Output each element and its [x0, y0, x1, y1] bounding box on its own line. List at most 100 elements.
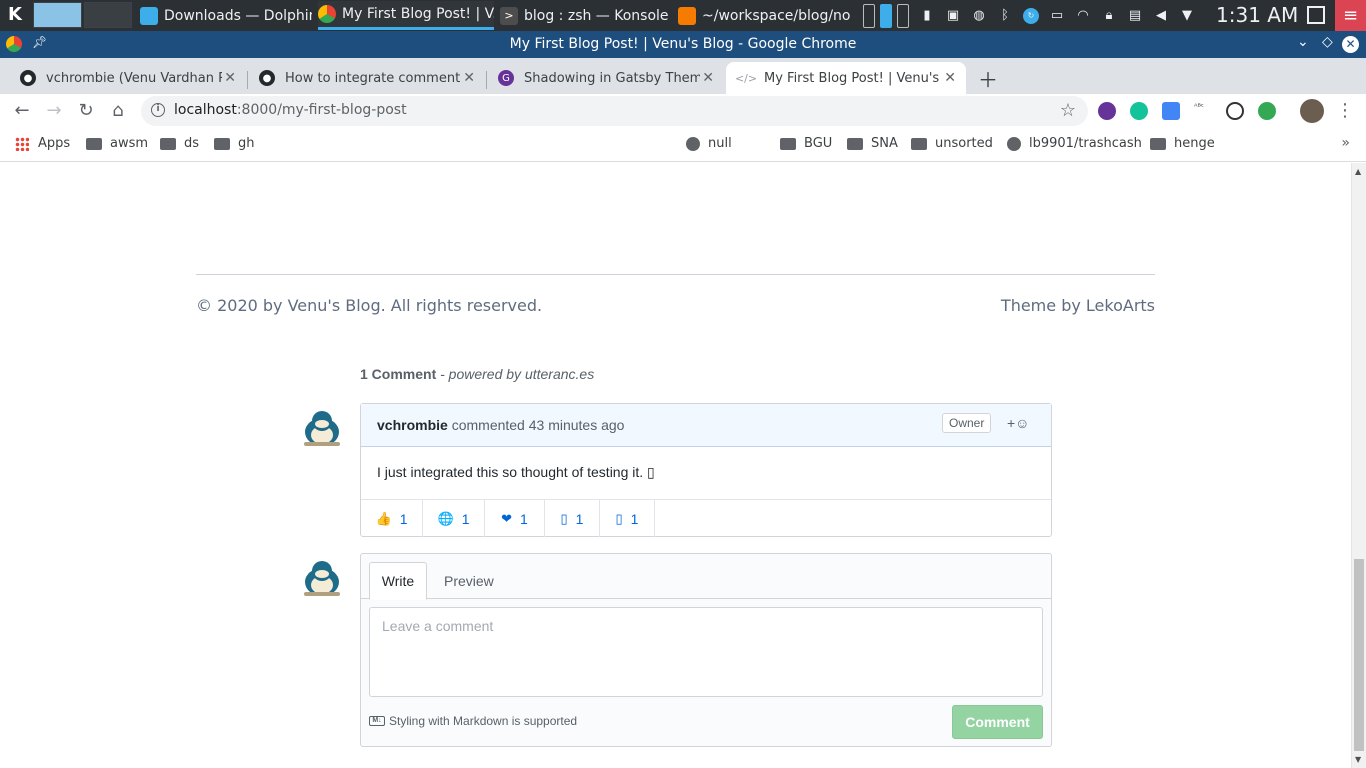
kde-launcher-icon[interactable]: K: [4, 4, 26, 26]
add-reaction-button[interactable]: +☺: [1007, 415, 1029, 431]
battery-level-icon[interactable]: [880, 3, 892, 28]
back-icon[interactable]: ←: [11, 100, 33, 122]
task-chrome[interactable]: My First Blog Post! | V...: [318, 1, 494, 30]
reaction-eyes[interactable]: ▯ 1: [600, 500, 655, 537]
reaction-rocket[interactable]: ▯ 1: [545, 500, 600, 537]
bookmark-gh[interactable]: gh: [214, 136, 255, 151]
task-konsole[interactable]: > blog : zsh — Konsole: [500, 1, 672, 30]
volume-icon[interactable]: ◀: [1153, 8, 1169, 24]
close-tab-icon[interactable]: ✕: [463, 70, 475, 86]
minimize-icon[interactable]: ⌄: [1297, 34, 1309, 50]
comment-body: I just integrated this so thought of tes…: [377, 464, 655, 480]
code-icon: </>: [734, 71, 758, 85]
virtual-desktop-1[interactable]: [33, 2, 82, 28]
bookmark-apps[interactable]: Apps: [15, 136, 70, 151]
badge-icon[interactable]: [1226, 102, 1244, 120]
usb-icon[interactable]: [863, 3, 875, 28]
taskbar: K Downloads — Dolphin My First Blog Post…: [0, 0, 1366, 31]
extension-icon[interactable]: [1258, 102, 1276, 120]
terminal-icon: >: [500, 6, 518, 25]
screenshot-icon[interactable]: ▣: [945, 8, 961, 24]
markdown-hint[interactable]: M↓ Styling with Markdown is supported: [369, 714, 577, 728]
reactions-bar: 👍 1 🌐 1 ❤ 1 ▯ 1 ▯ 1: [361, 499, 1051, 537]
owner-badge: Owner: [942, 413, 992, 433]
virtual-desktop-2[interactable]: [84, 2, 132, 28]
comment: vchrombie commented 43 minutes ago Owner…: [360, 403, 1052, 537]
browser-toolbar: ← → ↻ ⌂ i localhost:8000/my-first-blog-p…: [0, 94, 1366, 128]
home-icon[interactable]: ⌂: [107, 100, 129, 122]
comment-count: 1 Comment - powered by utteranc.es: [360, 366, 595, 382]
page-content: © 2020 by Venu's Blog. All rights reserv…: [0, 163, 1351, 768]
scrollbar-thumb[interactable]: [1354, 559, 1364, 751]
comment-input[interactable]: [369, 607, 1043, 697]
reaction-globe[interactable]: 🌐 1: [423, 500, 485, 537]
extension-icon[interactable]: [1098, 102, 1116, 120]
update-icon[interactable]: ↻: [1023, 7, 1039, 24]
show-desktop-icon[interactable]: [1307, 6, 1325, 24]
storage-icon[interactable]: [897, 3, 909, 28]
menu-icon[interactable]: ≡: [1335, 0, 1366, 31]
task-label: Downloads — Dolphin: [164, 7, 312, 24]
bookmark-trashcash[interactable]: lb9901/trashcash: [1007, 136, 1142, 151]
url-text[interactable]: localhost:8000/my-first-blog-post: [174, 102, 407, 118]
comment-author[interactable]: vchrombie: [377, 417, 448, 433]
commenter-avatar[interactable]: [300, 406, 344, 450]
battery-icon[interactable]: ▭: [1049, 8, 1065, 24]
tab-write[interactable]: Write: [369, 562, 427, 600]
reload-icon[interactable]: ↻: [75, 100, 97, 122]
lock-icon[interactable]: 🔒︎: [1101, 8, 1117, 24]
more-bookmarks-icon[interactable]: »: [1341, 135, 1350, 151]
tab-github-profile[interactable]: ● vchrombie (Venu Vardhan Re ✕: [8, 62, 246, 94]
reaction-heart[interactable]: ❤ 1: [485, 500, 545, 537]
translate-icon[interactable]: [1162, 102, 1180, 120]
scroll-down-icon[interactable]: ▼: [1355, 755, 1361, 764]
bluetooth-icon[interactable]: ᛒ: [997, 8, 1013, 24]
folder-icon: [214, 137, 230, 150]
reaction-thumbs-up[interactable]: 👍 1: [361, 500, 423, 537]
bookmark-henge[interactable]: henge: [1150, 136, 1215, 151]
extension-icon[interactable]: ᴬᴮᶜ: [1194, 102, 1212, 120]
clock[interactable]: 1:31 AM: [1216, 3, 1298, 27]
tab-preview[interactable]: Preview: [444, 573, 494, 589]
tab-integrate-comments[interactable]: ● How to integrate comment sy ✕: [247, 62, 485, 94]
task-sublime[interactable]: ~/workspace/blog/no...: [678, 1, 850, 30]
grammarly-icon[interactable]: [1130, 102, 1148, 120]
usb-drive-icon[interactable]: ▮: [919, 8, 935, 24]
current-user-avatar: [304, 561, 340, 596]
bookmark-ds[interactable]: ds: [160, 136, 199, 151]
close-tab-icon[interactable]: ✕: [224, 70, 236, 86]
bookmark-bgu[interactable]: BGU: [780, 136, 832, 151]
bookmark-star-icon[interactable]: ☆: [1060, 100, 1076, 121]
close-window-icon[interactable]: ✕: [1342, 36, 1359, 53]
system-tray: ▮ ▣ ◍ ᛒ ↻ ▭ ◠ 🔒︎ ▤ ◀ ▼: [858, 0, 1200, 31]
address-bar[interactable]: i localhost:8000/my-first-blog-post ☆: [141, 96, 1088, 126]
page-scrollbar[interactable]: ▲ ▼: [1351, 163, 1366, 768]
theme-credit[interactable]: Theme by LekoArts: [1001, 296, 1155, 315]
close-tab-icon[interactable]: ✕: [944, 70, 956, 86]
expand-icon[interactable]: ▼: [1179, 8, 1195, 24]
bookmark-awsm[interactable]: awsm: [86, 136, 148, 151]
scroll-up-icon[interactable]: ▲: [1355, 167, 1361, 176]
bookmark-unsorted[interactable]: unsorted: [911, 136, 993, 151]
folder-icon: [780, 137, 796, 150]
bookmark-sna[interactable]: SNA: [847, 136, 898, 151]
bookmark-null[interactable]: null: [686, 136, 732, 151]
comment-submit-button[interactable]: Comment: [952, 705, 1043, 739]
forward-icon[interactable]: →: [43, 100, 65, 122]
new-tab-icon[interactable]: ＋: [978, 64, 998, 93]
clipboard-icon[interactable]: ▤: [1127, 8, 1143, 24]
tab-gatsby-shadowing[interactable]: G Shadowing in Gatsby Themes ✕: [486, 62, 724, 94]
wifi-icon[interactable]: ◠: [1075, 8, 1091, 24]
vpn-icon[interactable]: ◍: [971, 8, 987, 24]
menu-kebab-icon[interactable]: ⋮: [1334, 100, 1356, 122]
folder-icon: [160, 137, 176, 150]
new-comment-form: Write Preview M↓ Styling with Markdown i…: [360, 553, 1052, 747]
avatar[interactable]: [1300, 99, 1324, 123]
close-tab-icon[interactable]: ✕: [702, 70, 714, 86]
task-label: My First Blog Post! | V...: [342, 6, 494, 22]
tab-first-blog-post[interactable]: </> My First Blog Post! | Venu's B ✕: [726, 62, 966, 94]
maximize-icon[interactable]: ◇: [1322, 34, 1333, 50]
chrome-icon: [318, 5, 336, 23]
task-dolphin[interactable]: Downloads — Dolphin: [140, 1, 312, 30]
info-icon[interactable]: i: [151, 103, 165, 117]
